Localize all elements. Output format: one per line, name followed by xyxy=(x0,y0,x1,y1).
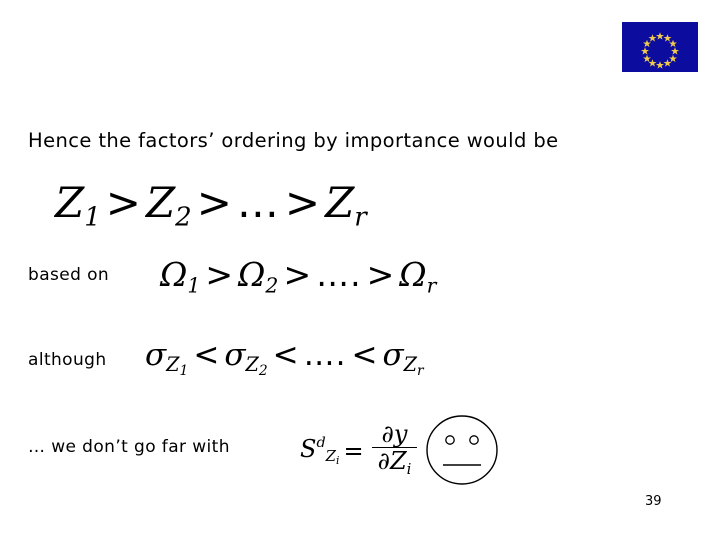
european-union-flag-logo xyxy=(622,22,698,72)
eq-z-sub-2: 2 xyxy=(175,202,192,233)
eq-z-operator-1: > xyxy=(105,178,141,227)
eq-s-numerator: ∂y xyxy=(371,420,418,448)
eq-omega-term-2: Ω2 xyxy=(238,255,278,296)
eq-s-superscript: d xyxy=(316,434,326,451)
eq-z-sub-r: r xyxy=(354,202,367,233)
eq-s-lhs: SdZi xyxy=(300,434,340,467)
equation-omega-ordering: Ω1 > Ω2 >…. > Ωr xyxy=(160,258,436,296)
sigma-base-r: Z xyxy=(403,353,417,377)
equation-z-ordering: Z1 > Z2 >… > Zr xyxy=(55,182,367,231)
eq-sigma-term-1: σZ1 xyxy=(145,337,189,380)
equation-sigma-ordering: σZ1 < σZ2 <…. < σZr xyxy=(145,340,424,379)
eq-z-sub-1: 1 xyxy=(84,202,101,233)
eq-omega-term-1: Ω1 xyxy=(160,255,200,296)
eq-sigma-operator-1: < xyxy=(193,337,220,373)
eq-omega-term-r: Ωr xyxy=(399,255,436,296)
eq-s-subscript: Zi xyxy=(325,447,340,466)
far-with-label: … we don’t go far with xyxy=(28,437,230,457)
eq-omega-ellipsis: …. xyxy=(316,255,362,294)
omega-glyph-1: Ω xyxy=(160,255,188,294)
eq-z-term-2: Z2 xyxy=(145,178,192,233)
eq-omega-sub-2: 2 xyxy=(265,273,279,298)
eq-z-term-1: Z1 xyxy=(55,178,101,233)
slide-number: 39 xyxy=(645,494,662,509)
eq-z-ellipsis: … xyxy=(236,178,280,227)
eq-sigma-sub-1: Z1 xyxy=(166,353,189,380)
eq-sigma-ellipsis: …. xyxy=(303,337,347,373)
numerator-variable: y xyxy=(393,420,408,448)
eq-sigma-term-r: σZr xyxy=(382,337,424,380)
sigma-base-1: Z xyxy=(166,353,180,377)
neutral-face-doodle xyxy=(424,414,500,486)
slide-canvas: Hence the factors’ ordering by importanc… xyxy=(0,0,720,540)
eq-s-denominator: ∂Zi xyxy=(372,448,418,477)
eq-s-fraction: ∂y ∂Zi xyxy=(371,420,418,477)
sigma-glyph-1: σ xyxy=(145,337,167,373)
sigma-index-1: 1 xyxy=(179,363,189,380)
sigma-base-2: Z xyxy=(245,353,259,377)
eq-omega-operator-1: > xyxy=(205,255,234,294)
omega-glyph-r: Ω xyxy=(399,255,427,294)
although-label: although xyxy=(28,350,107,370)
eq-omega-operator-3: > xyxy=(366,255,395,294)
eq-s-sub-base: Z xyxy=(325,447,337,466)
eq-omega-operator-2: > xyxy=(283,255,312,294)
equation-derivative-definition: SdZi = ∂y ∂Zi xyxy=(300,420,418,479)
eq-omega-sub-r: r xyxy=(426,273,437,298)
eq-s-base: S xyxy=(300,434,317,463)
omega-glyph-2: Ω xyxy=(238,255,266,294)
partial-glyph-numerator: ∂ xyxy=(381,420,394,448)
sigma-index-r: r xyxy=(416,363,424,380)
sigma-index-2: 2 xyxy=(258,363,268,380)
partial-glyph-denominator: ∂ xyxy=(377,447,390,475)
sigma-glyph-r: σ xyxy=(382,337,404,373)
eq-sigma-sub-r: Zr xyxy=(403,353,424,380)
eq-sigma-sub-2: Z2 xyxy=(245,353,268,380)
eq-sigma-term-2: σZ2 xyxy=(224,337,268,380)
denominator-variable: Z xyxy=(389,447,407,475)
sigma-glyph-2: σ xyxy=(224,337,246,373)
eq-z-term-r: Zr xyxy=(325,178,367,233)
eq-z-operator-2: > xyxy=(196,178,232,227)
denominator-index: i xyxy=(406,459,412,478)
based-on-label: based on xyxy=(28,265,110,285)
eq-sigma-operator-3: < xyxy=(351,337,378,373)
headline-text: Hence the factors’ ordering by importanc… xyxy=(28,129,559,152)
eq-z-operator-3: > xyxy=(284,178,321,227)
eq-omega-sub-1: 1 xyxy=(187,273,201,298)
eq-s-equals: = xyxy=(343,437,364,466)
eq-sigma-operator-2: < xyxy=(272,337,299,373)
